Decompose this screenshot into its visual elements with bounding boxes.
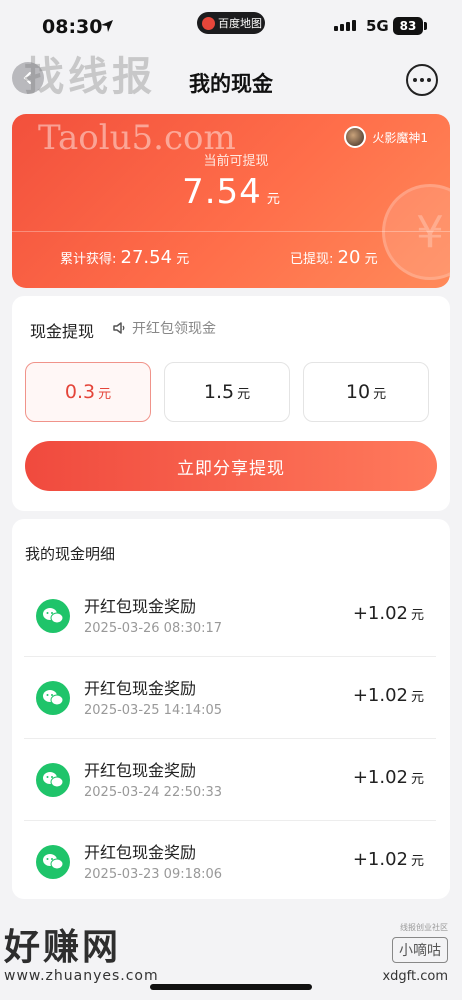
network-type: 5G xyxy=(366,17,389,35)
record-time: 2025-03-23 09:18:06 xyxy=(84,867,223,882)
record-amount-value: +1.02 xyxy=(352,767,408,788)
map-pin-icon xyxy=(202,16,215,30)
total-earned-label: 累计获得: xyxy=(60,252,117,267)
more-dot-icon xyxy=(413,78,417,82)
amount-unit: 元 xyxy=(373,387,387,402)
withdrawn-label: 已提现: xyxy=(290,252,334,267)
watermark-brand: 好赚网 xyxy=(4,927,122,968)
record-name: 开红包现金奖励 xyxy=(84,679,197,698)
battery-tip xyxy=(424,22,427,30)
withdrawn-unit: 元 xyxy=(364,252,378,267)
more-dot-icon xyxy=(427,78,431,82)
wechat-icon xyxy=(36,845,70,879)
signal-icon xyxy=(334,20,356,31)
record-name: 开红包现金奖励 xyxy=(84,761,197,780)
status-time: 08:30 xyxy=(42,16,103,38)
list-item[interactable]: 开红包现金奖励 2025-03-23 09:18:06 +1.02 元 xyxy=(24,821,436,903)
balance-value: 7.54 xyxy=(182,172,262,212)
location-arrow-icon xyxy=(101,20,113,32)
withdraw-title: 现金提现 xyxy=(30,322,95,341)
battery-icon: 83 xyxy=(393,17,423,35)
record-amount-value: +1.02 xyxy=(352,603,408,624)
record-name: 开红包现金奖励 xyxy=(84,597,197,616)
amount-option-10[interactable]: 10 元 xyxy=(303,362,429,422)
withdrawn-amount: 已提现: 20 元 xyxy=(290,247,378,268)
record-amount: +1.02 元 xyxy=(353,849,424,870)
speaker-icon xyxy=(113,322,125,334)
record-amount-unit: 元 xyxy=(410,854,424,869)
record-amount: +1.02 元 xyxy=(353,685,424,706)
total-earned: 累计获得: 27.54 元 xyxy=(60,247,189,268)
balance-unit: 元 xyxy=(266,192,280,207)
amount-unit: 元 xyxy=(237,387,251,402)
wechat-icon xyxy=(36,763,70,797)
details-title: 我的现金明细 xyxy=(25,545,116,563)
watermark-box: 小嘀咕 xyxy=(392,937,448,963)
withdrawn-value: 20 xyxy=(337,247,361,268)
cash-details-panel: 我的现金明细 开红包现金奖励 2025-03-26 08:30:17 +1.02… xyxy=(12,519,450,899)
card-user: 火影魔神1 xyxy=(344,126,428,148)
page-title: 我的现金 xyxy=(189,72,273,96)
amount-option-1-5[interactable]: 1.5 元 xyxy=(164,362,290,422)
share-withdraw-button[interactable]: 立即分享提现 xyxy=(25,441,437,491)
record-amount-unit: 元 xyxy=(410,772,424,787)
balance-label: 当前可提现 xyxy=(203,154,269,169)
status-bar: 08:30 百度地图 5G 83 xyxy=(0,0,462,54)
amount-unit: 元 xyxy=(98,387,112,402)
record-amount: +1.02 元 xyxy=(353,767,424,788)
watermark-url: www.zhuanyes.com xyxy=(4,968,159,984)
home-indicator[interactable] xyxy=(150,984,312,990)
record-time: 2025-03-25 14:14:05 xyxy=(84,703,223,718)
total-earned-value: 27.54 xyxy=(120,247,173,268)
withdraw-subtitle-text: 开红包领现金 xyxy=(132,321,216,337)
total-earned-unit: 元 xyxy=(176,252,190,267)
list-item[interactable]: 开红包现金奖励 2025-03-26 08:30:17 +1.02 元 xyxy=(24,575,436,657)
record-amount-unit: 元 xyxy=(410,690,424,705)
amount-option-0-3[interactable]: 0.3 元 xyxy=(25,362,151,422)
watermark-url-2: xdgft.com xyxy=(382,969,448,984)
withdraw-subtitle: 开红包领现金 xyxy=(112,318,216,338)
amount-value: 1.5 xyxy=(203,381,235,403)
card-divider xyxy=(12,231,450,232)
record-time: 2025-03-24 22:50:33 xyxy=(84,785,223,800)
watermark-small-text: 线报创业社区 xyxy=(400,923,448,932)
watermark-bottom-left: 好赚网 www.zhuanyes.com xyxy=(4,918,159,984)
record-amount-value: +1.02 xyxy=(352,685,408,706)
more-options-button[interactable] xyxy=(406,64,438,96)
list-item[interactable]: 开红包现金奖励 2025-03-24 22:50:33 +1.02 元 xyxy=(24,739,436,821)
record-amount-value: +1.02 xyxy=(352,849,408,870)
amount-value: 10 xyxy=(345,381,371,403)
battery-level: 83 xyxy=(399,19,417,33)
wechat-icon xyxy=(36,681,70,715)
user-name: 火影魔神1 xyxy=(372,130,428,145)
map-pill-label: 百度地图 xyxy=(218,17,262,30)
record-amount-unit: 元 xyxy=(410,608,424,623)
list-item[interactable]: 开红包现金奖励 2025-03-25 14:14:05 +1.02 元 xyxy=(24,657,436,739)
wechat-icon xyxy=(36,599,70,633)
avatar xyxy=(344,126,367,148)
balance-row: 7.54 元 xyxy=(12,172,450,212)
record-name: 开红包现金奖励 xyxy=(84,843,197,862)
amount-value: 0.3 xyxy=(64,381,96,403)
map-app-pill[interactable]: 百度地图 xyxy=(197,12,265,34)
record-amount: +1.02 元 xyxy=(353,603,424,624)
more-dot-icon xyxy=(420,78,424,82)
watermark-bottom-right: 线报创业社区 小嘀咕 xdgft.com xyxy=(382,922,448,984)
record-time: 2025-03-26 08:30:17 xyxy=(84,621,223,636)
cash-balance-card: ¥ 火影魔神1 当前可提现 7.54 元 累计获得: 27.54 元 已提现: … xyxy=(12,114,450,288)
withdraw-panel: 现金提现 开红包领现金 0.3 元 1.5 元 10 元 立即分享提现 xyxy=(12,296,450,511)
